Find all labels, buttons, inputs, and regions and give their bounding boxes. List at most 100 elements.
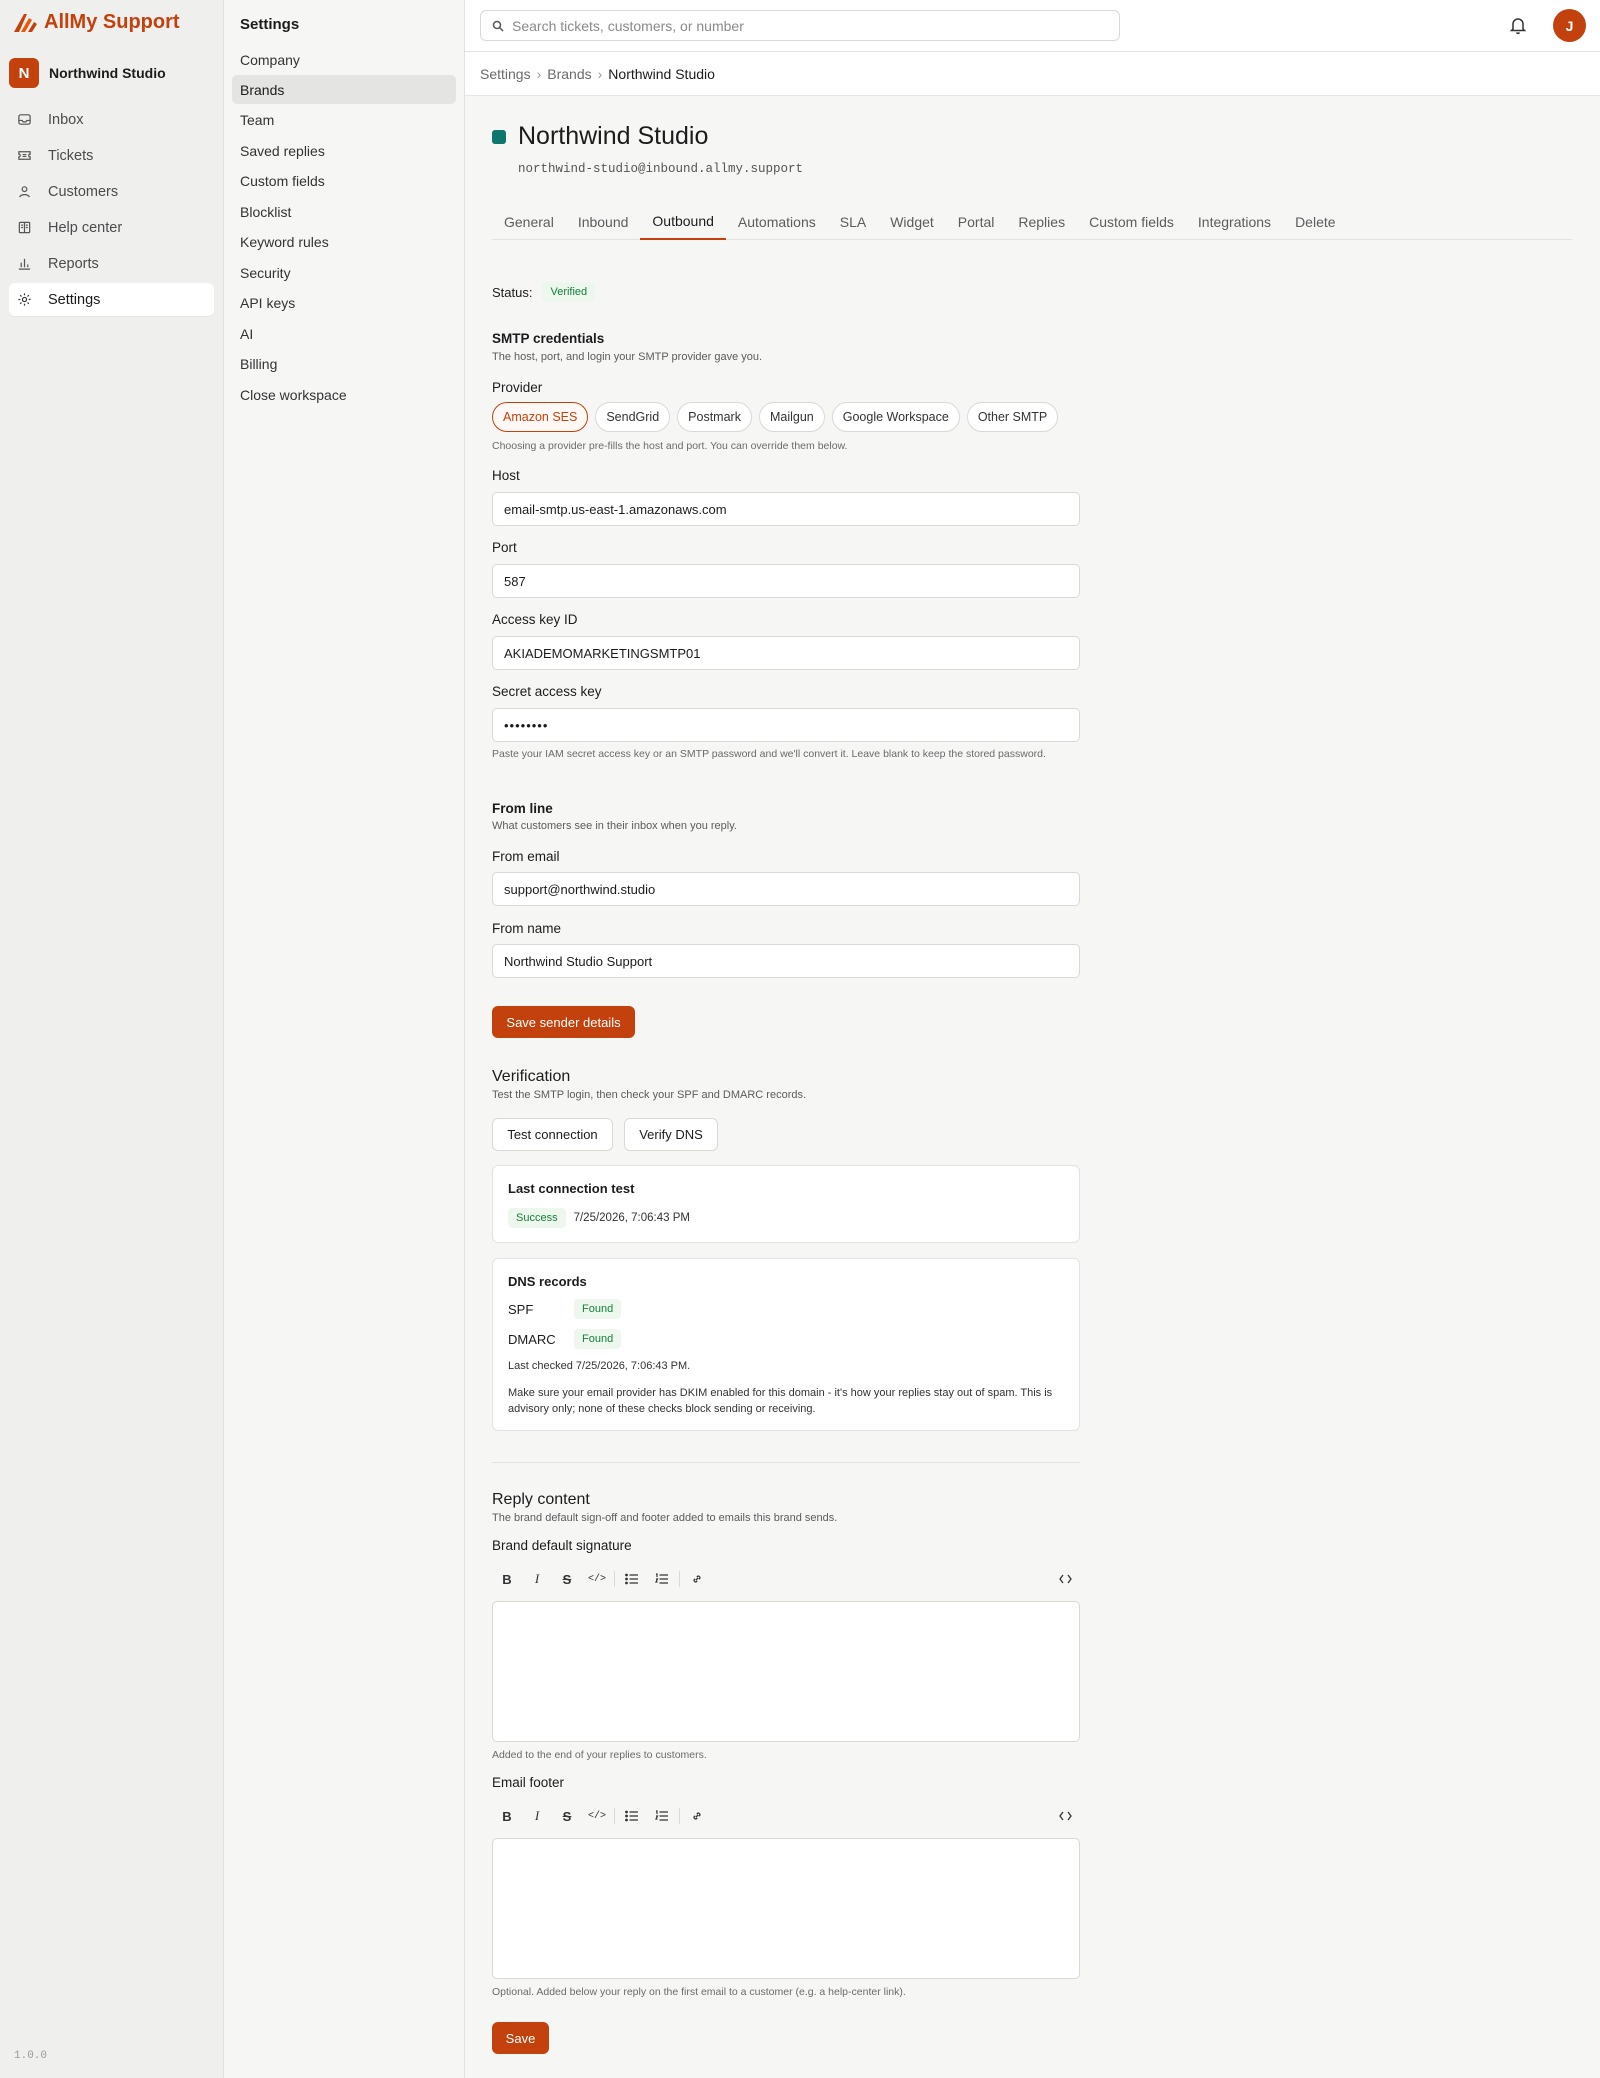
reply-content-title: Reply content bbox=[492, 1491, 590, 1508]
search-input[interactable]: Search tickets, customers, or number bbox=[480, 10, 1120, 41]
bullet-list-icon[interactable] bbox=[617, 1802, 647, 1830]
tab-replies[interactable]: Replies bbox=[1006, 203, 1077, 240]
nav-item-help-center[interactable]: Help center bbox=[9, 211, 214, 244]
subnav-item-company[interactable]: Company bbox=[232, 45, 456, 74]
subnav-item-custom-fields[interactable]: Custom fields bbox=[232, 166, 456, 195]
subnav-item-brands[interactable]: Brands bbox=[232, 75, 456, 104]
smtp-section-subtitle: The host, port, and login your SMTP prov… bbox=[492, 351, 763, 363]
nav-label: Customers bbox=[48, 183, 119, 200]
app-logo[interactable]: AllMy Support bbox=[12, 11, 180, 34]
nav-label: Inbox bbox=[48, 111, 84, 128]
source-code-icon[interactable] bbox=[1050, 1802, 1080, 1830]
workspace-switcher[interactable]: N Northwind Studio bbox=[9, 58, 166, 88]
footer-editor[interactable] bbox=[492, 1838, 1080, 1979]
provider-help: Choosing a provider pre-fills the host a… bbox=[492, 440, 848, 452]
breadcrumb-brands[interactable]: Brands bbox=[547, 66, 591, 82]
italic-icon[interactable]: I bbox=[522, 1565, 552, 1593]
tab-delete[interactable]: Delete bbox=[1283, 203, 1347, 240]
access-key-label: Access key ID bbox=[492, 612, 578, 627]
italic-icon[interactable]: I bbox=[522, 1802, 552, 1830]
subnav-item-close-workspace[interactable]: Close workspace bbox=[232, 380, 456, 409]
save-button[interactable]: Save bbox=[492, 2022, 549, 2054]
code-icon[interactable]: </> bbox=[582, 1565, 612, 1593]
save-sender-button[interactable]: Save sender details bbox=[492, 1006, 635, 1038]
strikethrough-icon[interactable]: S bbox=[552, 1565, 582, 1593]
host-field[interactable]: email-smtp.us-east-1.amazonaws.com bbox=[492, 492, 1080, 526]
last-test-status-badge: Success bbox=[508, 1208, 566, 1228]
subnav-item-keyword-rules[interactable]: Keyword rules bbox=[232, 227, 456, 256]
last-test-time: 7/25/2026, 7:06:43 PM bbox=[573, 1212, 690, 1224]
tab-integrations[interactable]: Integrations bbox=[1186, 203, 1283, 240]
tab-general[interactable]: General bbox=[492, 203, 566, 240]
verification-title: Verification bbox=[492, 1068, 571, 1085]
provider-sendgrid[interactable]: SendGrid bbox=[595, 402, 671, 432]
tab-widget[interactable]: Widget bbox=[878, 203, 946, 240]
numbered-list-icon[interactable] bbox=[647, 1802, 677, 1830]
provider-amazon-ses[interactable]: Amazon SES bbox=[492, 402, 589, 432]
bold-icon[interactable]: B bbox=[492, 1565, 522, 1593]
chevron-right-icon: › bbox=[597, 65, 603, 82]
subnav-item-api-keys[interactable]: API keys bbox=[232, 288, 456, 317]
settings-subnav: Settings Company Brands Team Saved repli… bbox=[224, 0, 465, 2078]
nav-item-inbox[interactable]: Inbox bbox=[9, 103, 214, 136]
provider-google-workspace[interactable]: Google Workspace bbox=[831, 402, 960, 432]
nav-item-customers[interactable]: Customers bbox=[9, 175, 214, 208]
breadcrumb: Settings › Brands › Northwind Studio bbox=[465, 52, 1600, 96]
link-icon[interactable] bbox=[682, 1802, 712, 1830]
bold-icon[interactable]: B bbox=[492, 1802, 522, 1830]
nav-item-tickets[interactable]: Tickets bbox=[9, 139, 214, 172]
code-icon[interactable]: </> bbox=[582, 1802, 612, 1830]
user-avatar[interactable]: J bbox=[1553, 9, 1586, 42]
numbered-list-icon[interactable] bbox=[647, 1565, 677, 1593]
provider-mailgun[interactable]: Mailgun bbox=[758, 402, 825, 432]
search-icon bbox=[492, 20, 504, 32]
toolbar-divider bbox=[679, 1808, 680, 1824]
subnav-item-blocklist[interactable]: Blocklist bbox=[232, 197, 456, 226]
provider-postmark[interactable]: Postmark bbox=[677, 402, 752, 432]
top-bar: Search tickets, customers, or number J bbox=[465, 0, 1600, 52]
tab-inbound[interactable]: Inbound bbox=[566, 203, 641, 240]
subnav-item-team[interactable]: Team bbox=[232, 105, 456, 134]
nav-item-reports[interactable]: Reports bbox=[9, 247, 214, 280]
secret-key-field[interactable]: •••••••• bbox=[492, 708, 1080, 742]
chevron-right-icon: › bbox=[536, 65, 542, 82]
test-connection-button[interactable]: Test connection bbox=[492, 1118, 613, 1151]
brand-inbound-email: northwind-studio@inbound.allmy.support bbox=[518, 162, 804, 176]
dns-last-checked: Last checked 7/25/2026, 7:06:43 PM. bbox=[508, 1360, 691, 1372]
bell-icon[interactable] bbox=[1508, 15, 1528, 35]
user-icon bbox=[19, 186, 30, 198]
breadcrumb-settings[interactable]: Settings bbox=[480, 66, 531, 82]
verify-dns-button[interactable]: Verify DNS bbox=[624, 1118, 718, 1151]
brand-tabs: General Inbound Outbound Automations SLA… bbox=[492, 203, 1572, 240]
tab-custom-fields[interactable]: Custom fields bbox=[1077, 203, 1186, 240]
subnav-item-billing[interactable]: Billing bbox=[232, 349, 456, 378]
dns-record-row: DMARC Found bbox=[508, 1329, 622, 1349]
tab-sla[interactable]: SLA bbox=[828, 203, 878, 240]
subnav-item-ai[interactable]: AI bbox=[232, 319, 456, 348]
last-test-title: Last connection test bbox=[508, 1181, 635, 1196]
breadcrumb-current: Northwind Studio bbox=[608, 65, 715, 82]
subnav-item-security[interactable]: Security bbox=[232, 258, 456, 287]
app-name: AllMy Support bbox=[44, 11, 180, 33]
port-field[interactable]: 587 bbox=[492, 564, 1080, 598]
subnav-item-saved-replies[interactable]: Saved replies bbox=[232, 136, 456, 165]
status-label: Status: bbox=[492, 284, 533, 300]
from-email-field[interactable]: support@northwind.studio bbox=[492, 872, 1080, 906]
bullet-list-icon[interactable] bbox=[617, 1565, 647, 1593]
workspace-avatar: N bbox=[9, 58, 39, 88]
smtp-section-title: SMTP credentials bbox=[492, 331, 605, 346]
link-icon[interactable] bbox=[682, 1565, 712, 1593]
subnav-title: Settings bbox=[240, 16, 300, 33]
signature-editor[interactable] bbox=[492, 1601, 1080, 1742]
access-key-field[interactable]: AKIADEMOMARKETINGSMTP01 bbox=[492, 636, 1080, 670]
tab-portal[interactable]: Portal bbox=[946, 203, 1007, 240]
tab-outbound[interactable]: Outbound bbox=[640, 203, 726, 240]
last-test-card: Last connection test Success 7/25/2026, … bbox=[492, 1165, 1080, 1243]
from-name-field[interactable]: Northwind Studio Support bbox=[492, 944, 1080, 978]
provider-other-smtp[interactable]: Other SMTP bbox=[966, 402, 1059, 432]
source-code-icon[interactable] bbox=[1050, 1565, 1080, 1593]
nav-item-settings[interactable]: Settings bbox=[9, 283, 214, 316]
strikethrough-icon[interactable]: S bbox=[552, 1802, 582, 1830]
logo-icon bbox=[14, 13, 37, 32]
tab-automations[interactable]: Automations bbox=[726, 203, 828, 240]
